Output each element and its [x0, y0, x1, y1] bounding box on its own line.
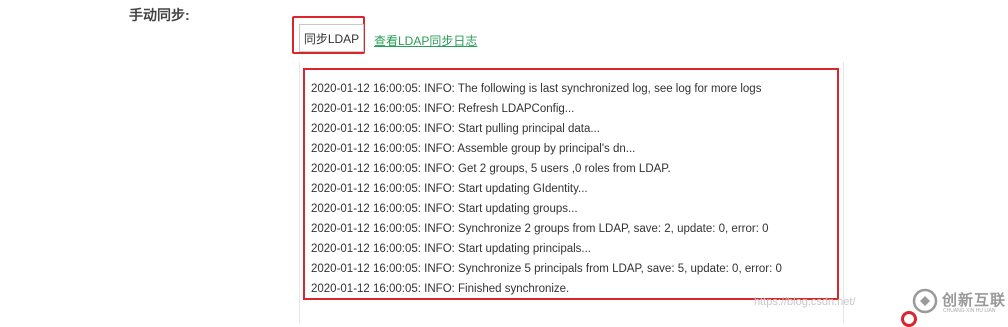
sync-ldap-button[interactable]: 同步LDAP	[299, 24, 364, 52]
log-line: 2020-01-12 16:00:05: INFO: Start updatin…	[311, 243, 591, 255]
manual-sync-label: 手动同步:	[129, 7, 190, 23]
log-line: 2020-01-12 16:00:05: INFO: Get 2 groups,…	[311, 163, 671, 175]
log-line: 2020-01-12 16:00:05: INFO: Synchronize 5…	[311, 263, 782, 275]
log-line: 2020-01-12 16:00:05: INFO: Finished sync…	[311, 283, 570, 295]
log-line: 2020-01-12 16:00:05: INFO: Start updatin…	[311, 183, 588, 195]
log-line: 2020-01-12 16:00:05: INFO: Assemble grou…	[311, 143, 636, 155]
sync-log-box: 2020-01-12 16:00:05: INFO: The following…	[303, 68, 839, 300]
watermark-url: https://blog.csdn.net/	[754, 296, 856, 308]
log-line: 2020-01-12 16:00:05: INFO: Synchronize 2…	[311, 223, 769, 235]
brand-subtitle: CHUANG XIN HU LIAN	[943, 308, 996, 314]
view-ldap-sync-log-link[interactable]: 查看LDAP同步日志	[374, 32, 477, 49]
log-line: 2020-01-12 16:00:05: INFO: Refresh LDAPC…	[311, 103, 575, 115]
annotation-circle-mark	[901, 311, 917, 327]
log-lines: 2020-01-12 16:00:05: INFO: The following…	[311, 79, 782, 298]
log-line: 2020-01-12 16:00:05: INFO: Start pulling…	[311, 123, 600, 135]
brand-logo-icon	[912, 288, 938, 314]
log-line: 2020-01-12 16:00:05: INFO: The following…	[311, 83, 762, 95]
brand-name: 创新互联	[942, 292, 1007, 309]
log-line: 2020-01-12 16:00:05: INFO: Start updatin…	[311, 203, 578, 215]
brand-watermark: 创新互联 CHUANG XIN HU LIAN	[908, 283, 1008, 319]
